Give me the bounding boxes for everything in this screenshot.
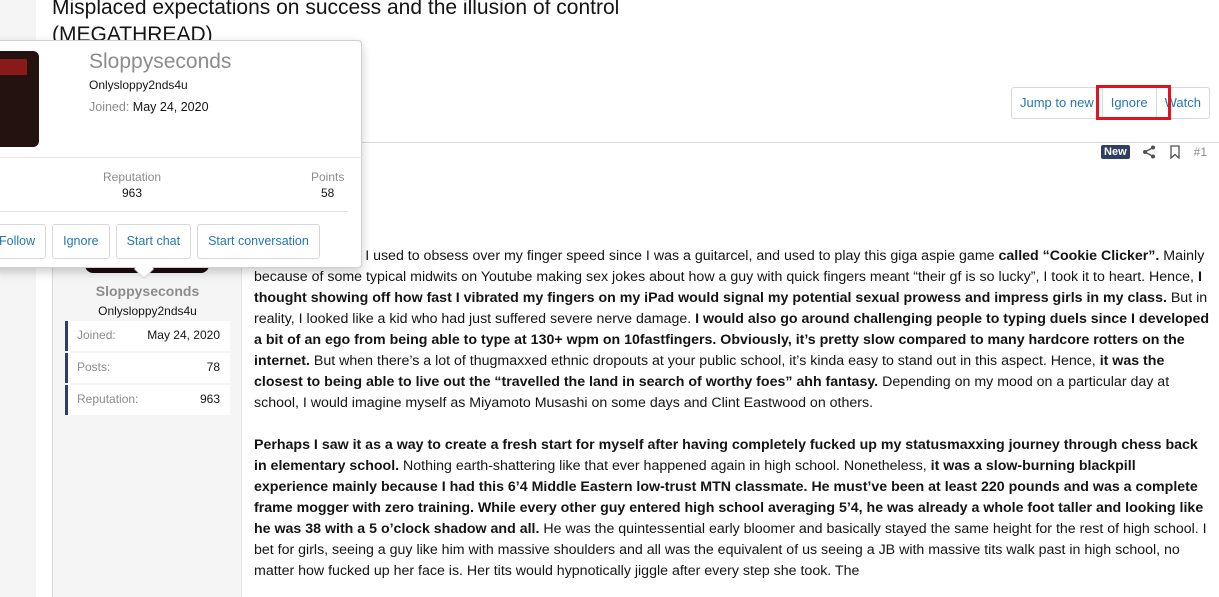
member-card-name[interactable]: Sloppyseconds — [89, 50, 231, 74]
post-header-actions: New #1 — [1101, 145, 1207, 160]
card-divider — [0, 211, 348, 212]
bookmark-icon[interactable] — [1168, 145, 1182, 160]
joined-label: Joined: — [89, 100, 130, 114]
member-card-points: Points 58 — [311, 170, 344, 200]
member-card-user-title: Onlysloppy2nds4u — [89, 78, 188, 92]
follow-button[interactable]: Follow — [0, 224, 47, 259]
start-chat-button[interactable]: Start chat — [115, 224, 192, 259]
reputation-label: Reputation — [103, 170, 162, 184]
author-stat-joined: Joined: May 24, 2020 — [65, 321, 230, 351]
post-paragraph: Perhaps I saw it as a way to create a fr… — [254, 437, 1207, 579]
stat-label: Reputation: — [77, 392, 139, 406]
stat-label: Posts: — [77, 360, 111, 374]
jump-to-new-button[interactable]: Jump to new — [1012, 88, 1102, 118]
joined-value: May 24, 2020 — [132, 100, 209, 114]
post-body: rs of high school, I used to obsess over… — [254, 246, 1212, 597]
post-number-link[interactable]: #1 — [1194, 145, 1207, 159]
member-card-avatar[interactable] — [0, 51, 39, 147]
stat-value: May 24, 2020 — [147, 328, 220, 342]
share-icon[interactable] — [1142, 145, 1156, 159]
author-stat-reputation: Reputation: 963 — [65, 385, 230, 415]
member-tooltip-card: Sloppyseconds Onlysloppy2nds4u Joined: M… — [0, 40, 363, 268]
new-badge: New — [1101, 145, 1130, 159]
points-label: Points — [311, 170, 345, 184]
ignore-button-highlight-box — [1096, 85, 1171, 120]
ignore-member-button[interactable]: Ignore — [52, 224, 110, 259]
stat-value: 963 — [199, 392, 220, 406]
reputation-value: 963 — [122, 186, 143, 200]
stat-value: 78 — [206, 360, 220, 374]
member-card-reputation: Reputation 963 — [103, 170, 161, 200]
member-card-joined: Joined: May 24, 2020 — [89, 100, 209, 114]
author-name[interactable]: Sloppyseconds — [53, 283, 242, 299]
author-stat-posts: Posts: 78 — [65, 353, 230, 383]
points-value: 58 — [321, 186, 335, 200]
card-divider — [0, 157, 363, 158]
stat-label: Joined: — [77, 328, 116, 342]
post-paragraph: rs of high school, I used to obsess over… — [254, 248, 1210, 411]
member-card-actions: Follow Ignore Start chat Start conversat… — [0, 224, 320, 259]
author-user-title: Onlysloppy2nds4u — [98, 304, 197, 318]
start-conversation-button[interactable]: Start conversation — [197, 224, 320, 259]
author-stats: Joined: May 24, 2020 Posts: 78 Reputatio… — [65, 321, 230, 417]
